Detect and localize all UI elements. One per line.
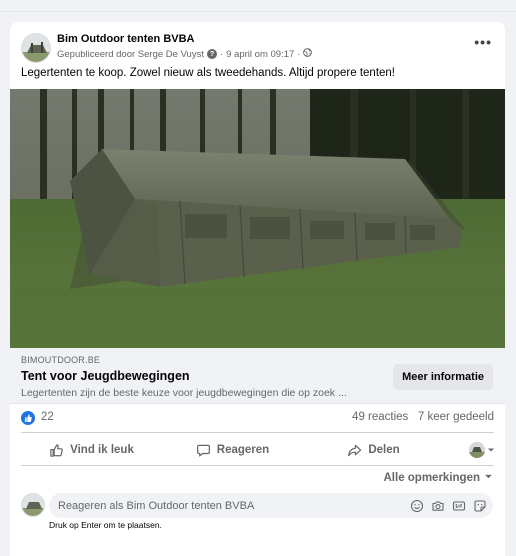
meta-separator: · — [219, 48, 224, 60]
emoji-icon[interactable] — [410, 499, 424, 513]
post-text: Legertenten te koop. Zowel nieuw als twe… — [21, 67, 395, 79]
comment-filter[interactable]: Alle opmerkingen — [384, 472, 494, 484]
audience-avatar — [469, 442, 485, 458]
meta-separator-2: · — [297, 48, 301, 60]
action-bar: Vind ik leuk Reageren Delen — [21, 436, 494, 464]
like-button[interactable]: Vind ik leuk — [21, 436, 162, 464]
comment-label: Reageren — [216, 444, 270, 456]
tent-photo[interactable] — [10, 89, 505, 348]
feed-top-bar — [0, 0, 516, 12]
reaction-stats: 22 49 reacties 7 keer gedeeld — [21, 409, 494, 429]
audience-selector[interactable] — [469, 441, 495, 459]
post-meta: Gepubliceerd door Serge De Vuyst ? · 9 a… — [57, 48, 313, 60]
comment-button[interactable]: Reageren — [162, 436, 303, 464]
link-preview[interactable]: BIMOUTDOOR.BE Tent voor Jeugdbewegingen … — [10, 348, 505, 404]
comment-hint: Druk op Enter om te plaatsen. — [49, 520, 162, 530]
share-count[interactable]: 7 keer gedeeld — [418, 411, 494, 423]
more-info-button[interactable]: Meer informatie — [393, 364, 493, 390]
camera-icon[interactable] — [431, 499, 445, 513]
sticker-icon[interactable] — [473, 499, 487, 513]
post-timestamp[interactable]: 9 april om 09:17 — [226, 49, 294, 60]
composer-icons — [410, 499, 487, 513]
share-label: Delen — [368, 444, 400, 456]
published-by[interactable]: Gepubliceerd door Serge De Vuyst — [57, 49, 204, 60]
share-icon — [347, 443, 362, 458]
page-avatar[interactable] — [21, 33, 51, 63]
comment-count[interactable]: 49 reacties — [352, 411, 408, 423]
chevron-down-icon — [484, 472, 493, 484]
commenter-avatar[interactable] — [21, 493, 45, 517]
post-card: Bim Outdoor tenten BVBA Gepubliceerd doo… — [10, 22, 505, 556]
share-button[interactable]: Delen — [303, 436, 444, 464]
link-title[interactable]: Tent voor Jeugdbewegingen — [21, 369, 190, 383]
question-icon[interactable]: ? — [206, 49, 217, 59]
post-options-button[interactable]: ••• — [474, 35, 492, 49]
stats-divider — [21, 432, 494, 433]
comment-input[interactable] — [58, 493, 398, 518]
comment-composer — [49, 493, 493, 518]
gif-icon[interactable] — [452, 499, 466, 513]
comment-filter-label: Alle opmerkingen — [383, 472, 481, 484]
link-domain: BIMOUTDOOR.BE — [21, 355, 101, 365]
stats-right: 49 reacties 7 keer gedeeld — [352, 411, 494, 423]
globe-icon — [303, 48, 313, 60]
like-count[interactable]: 22 — [41, 411, 54, 423]
page-name-link[interactable]: Bim Outdoor tenten BVBA — [57, 33, 195, 45]
link-description: Legertenten zijn de beste keuze voor jeu… — [21, 387, 347, 399]
like-label: Vind ik leuk — [70, 444, 134, 456]
post-header: Bim Outdoor tenten BVBA Gepubliceerd doo… — [21, 31, 496, 67]
like-reaction-icon[interactable] — [21, 411, 35, 425]
actions-divider — [21, 465, 494, 466]
thumbs-up-icon — [49, 443, 64, 458]
comment-icon — [196, 443, 211, 458]
chevron-down-icon — [487, 441, 495, 459]
